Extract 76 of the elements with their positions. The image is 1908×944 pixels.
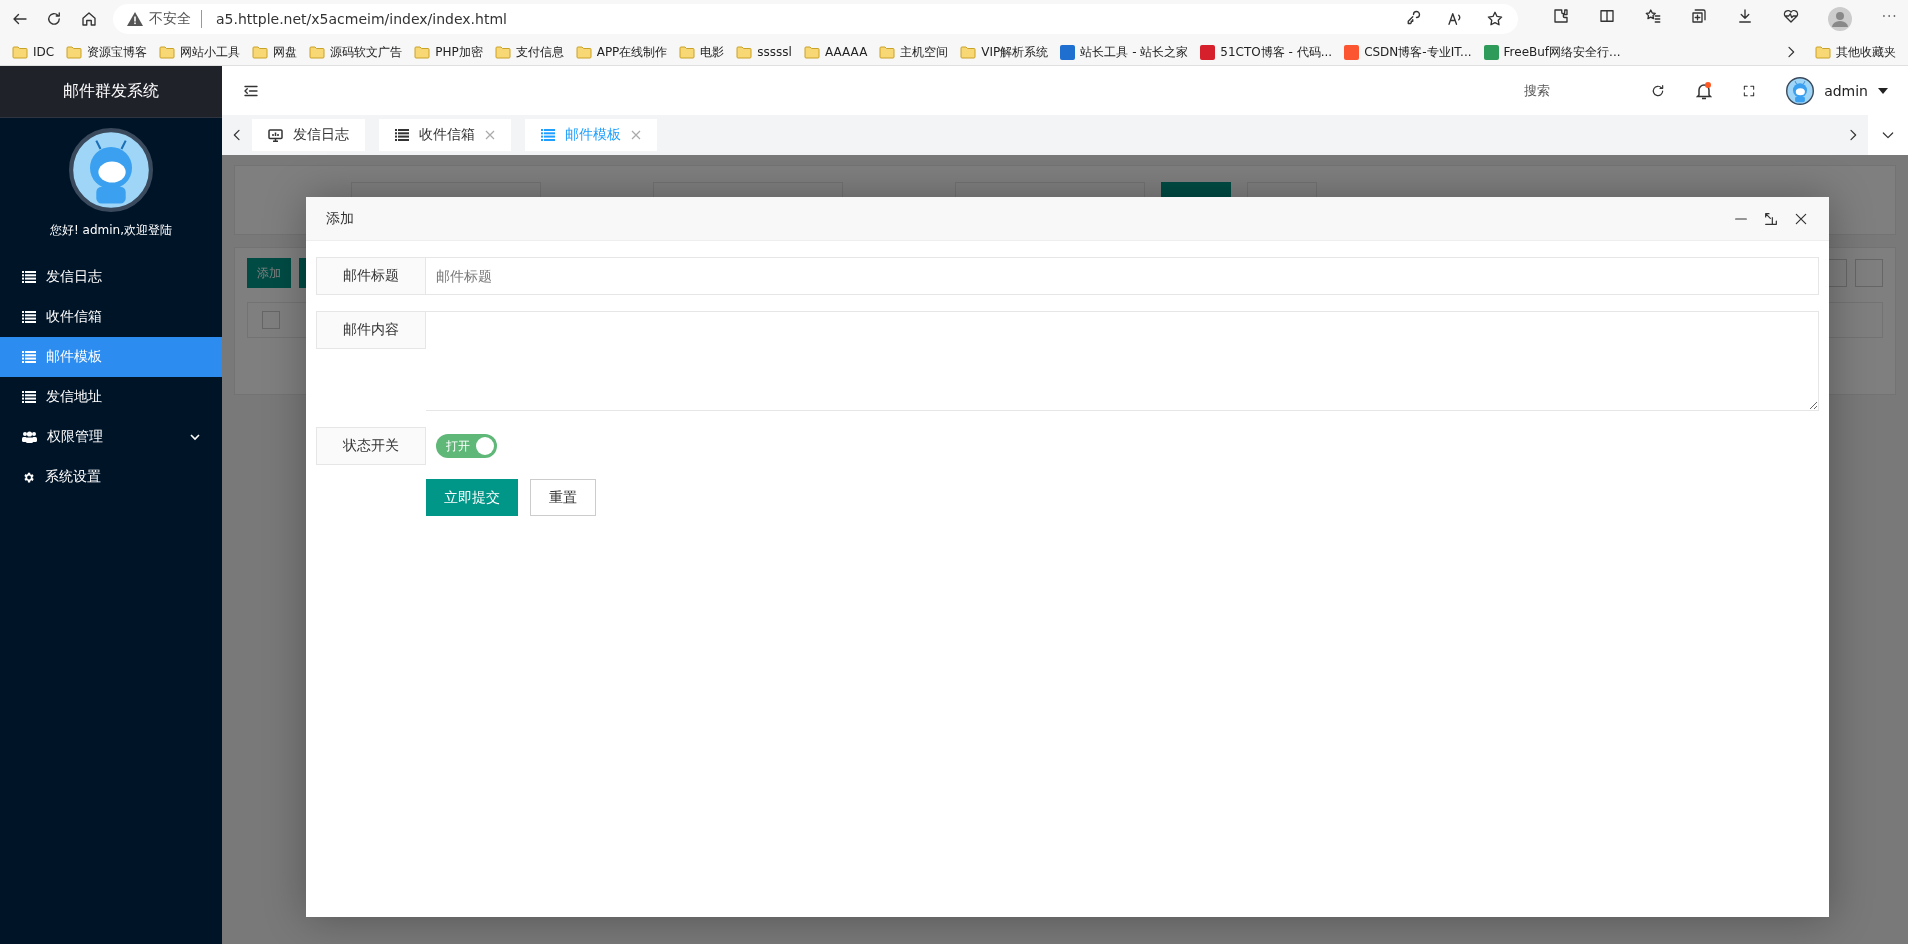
folder-icon — [66, 45, 83, 59]
heart-pulse-icon[interactable] — [1782, 7, 1800, 25]
download-icon[interactable] — [1736, 7, 1754, 25]
list-icon — [22, 311, 36, 323]
list-icon — [395, 129, 409, 141]
collections-icon[interactable] — [1690, 7, 1708, 25]
bookmark[interactable]: FreeBuf网络安全行... — [1477, 41, 1627, 63]
user-name[interactable]: admin — [1824, 82, 1868, 99]
bookmark[interactable]: 主机空间 — [873, 41, 955, 63]
monitor-icon — [268, 128, 283, 142]
fullscreen-icon[interactable] — [1742, 83, 1757, 98]
bookmark[interactable]: CSDN博客-专业IT... — [1338, 41, 1478, 63]
bookmark[interactable]: AAAAA — [797, 43, 874, 61]
select-all-checkbox[interactable] — [262, 311, 280, 329]
bookmark[interactable]: APP在线制作 — [569, 41, 674, 63]
submit-button[interactable]: 立即提交 — [426, 479, 518, 516]
gear-icon — [22, 470, 35, 484]
folder-icon — [494, 45, 511, 59]
reset-button[interactable]: 重置 — [530, 479, 596, 516]
dialog-title: 添加 — [326, 209, 354, 228]
field-label: 状态开关 — [316, 427, 426, 465]
list-icon — [22, 271, 36, 283]
tab[interactable]: 发信日志 — [252, 119, 365, 151]
sidebar-item[interactable]: 系统设置 — [0, 457, 222, 497]
title-input-field[interactable]: 邮件标题 — [426, 257, 1819, 295]
folder-icon — [736, 45, 753, 59]
welcome-text: 您好! admin,欢迎登陆 — [49, 222, 172, 239]
bookmark[interactable]: 网站小工具 — [153, 41, 247, 63]
bell-icon[interactable] — [1696, 81, 1713, 100]
profile-avatar-icon[interactable] — [1828, 7, 1852, 31]
folder-icon — [159, 45, 176, 59]
bookmark[interactable]: 支付信息 — [488, 41, 570, 63]
split-screen-icon[interactable] — [1598, 7, 1616, 25]
field-label: 邮件标题 — [316, 257, 426, 295]
bookmark[interactable]: PHP加密 — [408, 41, 489, 63]
bookmark[interactable]: 源码软文广告 — [303, 41, 409, 63]
maximize-icon[interactable] — [1763, 210, 1779, 227]
folder-icon — [252, 45, 269, 59]
list-icon — [541, 129, 555, 141]
bookmark[interactable]: 网盘 — [246, 41, 304, 63]
bookmark[interactable]: VIP解析系统 — [954, 41, 1055, 63]
sidebar-item[interactable]: 权限管理 — [0, 417, 222, 457]
users-icon — [22, 431, 37, 443]
bookmark[interactable]: 其他收藏夹 — [1809, 41, 1902, 63]
warning-icon — [127, 12, 143, 26]
security-label[interactable]: 不安全 — [149, 10, 191, 28]
field-label: 邮件内容 — [316, 311, 426, 349]
bookmark[interactable]: sssssl — [730, 43, 798, 61]
address-url[interactable]: a5.httple.net/x5acmeim/index/index.html — [216, 11, 507, 27]
folder-icon — [879, 45, 896, 59]
sidebar-item[interactable]: 收件信箱 — [0, 297, 222, 337]
folder-icon — [803, 45, 820, 59]
bookmark[interactable]: 资源宝博客 — [60, 41, 154, 63]
folder-icon — [1815, 45, 1831, 59]
star-icon[interactable] — [1486, 10, 1504, 28]
folder-icon — [12, 45, 28, 59]
list-icon — [22, 351, 36, 363]
bookmark[interactable]: IDC — [6, 43, 61, 61]
home-icon[interactable] — [79, 10, 98, 28]
sidebar-item[interactable]: 发信日志 — [0, 257, 222, 297]
sidebar-item[interactable]: 发信地址 — [0, 377, 222, 417]
tab[interactable]: 收件信箱 — [379, 119, 511, 151]
list-icon — [22, 391, 36, 403]
caret-icon[interactable] — [1878, 87, 1888, 94]
folder-icon — [960, 45, 977, 59]
app-title: 邮件群发系统 — [0, 66, 222, 118]
folder-icon — [309, 45, 326, 59]
bookmark[interactable]: 电影 — [673, 41, 731, 63]
folder-icon — [679, 45, 696, 59]
bookmark[interactable]: 51CTO博客 - 代码... — [1194, 41, 1339, 63]
user-avatar — [1786, 76, 1815, 105]
bookmark[interactable]: 站长工具 - 站长之家 — [1054, 41, 1195, 63]
search-link[interactable]: 搜索 — [1524, 81, 1551, 100]
folder-icon — [414, 45, 431, 59]
favorites-icon[interactable] — [1644, 7, 1662, 25]
folder-icon — [575, 45, 592, 59]
